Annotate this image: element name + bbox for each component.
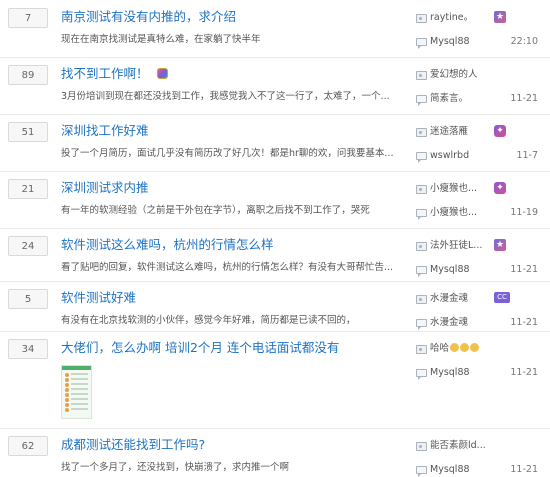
last-reply-time: 11-21 [510,93,538,104]
reply-count: 34 [8,339,48,359]
emoji-icon [470,343,480,352]
author-name: raytine。 [430,12,474,23]
thread-summary: 有没有在北京找软测的小伙伴，感觉今年好难，简历都是已读不回的， [61,315,356,326]
thread-title-text: 大佬们，怎么办啊 培训2个月 连个电话面试都没有 [61,340,340,355]
author-name: 爱幻想的人 [430,69,478,80]
last-reply-time: 11-21 [510,464,538,475]
author-name: 法外狂徒L... [430,240,483,251]
thread-image-thumbnail[interactable] [61,365,92,419]
thread-title-text: 软件测试这么难吗，杭州的行情怎么样 [61,237,274,252]
thread-summary: 有一年的软测经验（之前是干外包在字节），离职之后找不到工作了，哭死 [61,205,370,216]
thread-title-link[interactable]: 南京测试有没有内推的，求介绍 [61,8,236,26]
author-name-link[interactable]: 水漫金魂 [430,293,468,305]
user-icon [416,242,427,251]
thread-row: 5 软件测试好难有没有在北京找软测的小伙伴，感觉今年好难，简历都是已读不回的， 水漫… [0,281,550,331]
user-icon [416,295,427,304]
thread-summary: 现在在南京找测试是真特么难，在家躺了快半年 [61,34,261,45]
last-reply-time: 11-21 [510,317,538,328]
thread-title-text: 成都测试还能找到工作吗? [61,437,206,452]
hot-badge-icon [156,68,168,79]
user-medal-icon: ★ [494,11,506,23]
thread-title-link[interactable]: 深圳测试求内推 [61,179,149,197]
thread-title-text: 深圳找工作好难 [61,123,149,138]
thread-title-link[interactable]: 成都测试还能找到工作吗? [61,436,205,454]
author-name: 水漫金魂 [430,293,469,304]
thread-row: 51 深圳找工作好难投了一个月简历，面试几乎没有简历改了好几次！都是hr聊的欢，问… [0,114,550,171]
last-reply-time: 11-21 [510,367,538,378]
thread-summary: 3月份培训到现在都还没找到工作，我感觉我入不了这一行了，太难了，一个... [61,91,390,102]
thread-list: 7 南京测试有没有内推的，求介绍现在在南京找测试是真特么难，在家躺了快半年 rayt… [0,0,550,477]
thread-title-text: 南京测试有没有内推的，求介绍 [61,9,237,24]
author-name: 迷途落雁 [430,126,469,137]
thread-row: 21 深圳测试求内推有一年的软测经验（之前是干外包在字节），离职之后找不到工作了，… [0,171,550,228]
thread-title-link[interactable]: 软件测试好难 [61,289,136,307]
comment-icon [416,95,427,106]
reply-count: 89 [8,65,48,85]
reply-count: 21 [8,179,48,199]
thread-row: 24 软件测试这么难吗，杭州的行情怎么样看了贴吧的回复，软件测试这么难吗，杭州的行… [0,228,550,281]
user-icon [416,442,427,451]
reply-count: 62 [8,436,48,456]
thread-row: 89 找不到工作啊！ 3月份培训到现在都还没找到工作，我感觉我入不了这一行了，太难了… [0,57,550,114]
last-replier-link[interactable]: Mysql88 [430,367,470,379]
thread-title-link[interactable]: 找不到工作啊！ [61,65,168,83]
author-name-link[interactable]: 法外狂徒L... [430,240,482,252]
last-reply-time: 11-7 [516,150,538,161]
reply-count: 51 [8,122,48,142]
thread-title-link[interactable]: 大佬们，怎么办啊 培训2个月 连个电话面试都没有 [61,339,339,357]
user-icon [416,185,427,194]
author-name-link[interactable]: 能否素颜ld... [430,440,486,452]
emoji-icon [450,343,460,352]
thread-summary: 看了贴吧的回复，软件测试这么难吗，杭州的行情怎么样？有没有大哥帮忙告... [61,262,394,273]
author-name-link[interactable]: 迷途落雁 [430,126,468,138]
last-replier-link[interactable]: 简素言。 [430,93,468,105]
last-reply-time: 22:10 [510,36,538,47]
author-name-link[interactable]: raytine。 [430,12,473,24]
author-name: 能否素颜ld... [430,440,486,451]
last-replier-link[interactable]: wswlrbd [430,150,469,162]
user-icon [416,128,427,137]
comment-icon [416,466,427,477]
last-replier-link[interactable]: 水漫金魂 [430,317,468,329]
thread-title-link[interactable]: 软件测试这么难吗，杭州的行情怎么样 [61,236,274,254]
thread-title-text: 深圳测试求内推 [61,180,149,195]
user-medal-icon: ✦ [494,125,506,137]
author-name: 小瘦猴也... [430,183,478,194]
user-medal-icon: ★ [494,239,506,251]
last-replier-link[interactable]: 小瘦猴也... [430,207,477,219]
thread-title-link[interactable]: 深圳找工作好难 [61,122,149,140]
comment-icon [416,38,427,49]
user-icon [416,345,427,354]
author-name-link[interactable]: 哈哈 [430,343,480,355]
author-name: 哈哈 [430,343,450,354]
thread-row: 62 成都测试还能找到工作吗? 找了一个多月了，还没找到，快崩溃了，求内推一个啊 能否… [0,428,550,477]
last-replier-link[interactable]: Mysql88 [430,464,470,476]
last-replier-link[interactable]: Mysql88 [430,36,470,48]
comment-icon [416,266,427,277]
user-medal-icon: ✦ [494,182,506,194]
last-replier-link[interactable]: Mysql88 [430,264,470,276]
last-reply-time: 11-21 [510,264,538,275]
comment-icon [416,369,427,380]
emoji-icon [460,343,470,352]
thread-summary: 找了一个多月了，还没找到，快崩溃了，求内推一个啊 [61,462,290,473]
comment-icon [416,152,427,163]
comment-icon [416,209,427,220]
thread-row: 34 大佬们，怎么办啊 培训2个月 连个电话面试都没有 哈哈 Mysql88 11-21 [0,331,550,428]
author-name-link[interactable]: 小瘦猴也... [430,183,477,195]
user-icon [416,14,427,23]
thread-title-text: 找不到工作啊！ [61,66,149,81]
comment-icon [416,319,427,330]
reply-count: 5 [8,289,48,309]
user-icon [416,71,427,80]
reply-count: 7 [8,8,48,28]
thread-title-text: 软件测试好难 [61,290,137,305]
reply-count: 24 [8,236,48,256]
user-medal-icon: CC [494,292,510,303]
author-name-link[interactable]: 爱幻想的人 [430,69,478,81]
last-reply-time: 11-19 [510,207,538,218]
thread-summary: 投了一个月简历，面试几乎没有简历改了好几次！都是hr聊的欢，问我要基本... [61,148,394,159]
thread-row: 7 南京测试有没有内推的，求介绍现在在南京找测试是真特么难，在家躺了快半年 rayt… [0,0,550,57]
